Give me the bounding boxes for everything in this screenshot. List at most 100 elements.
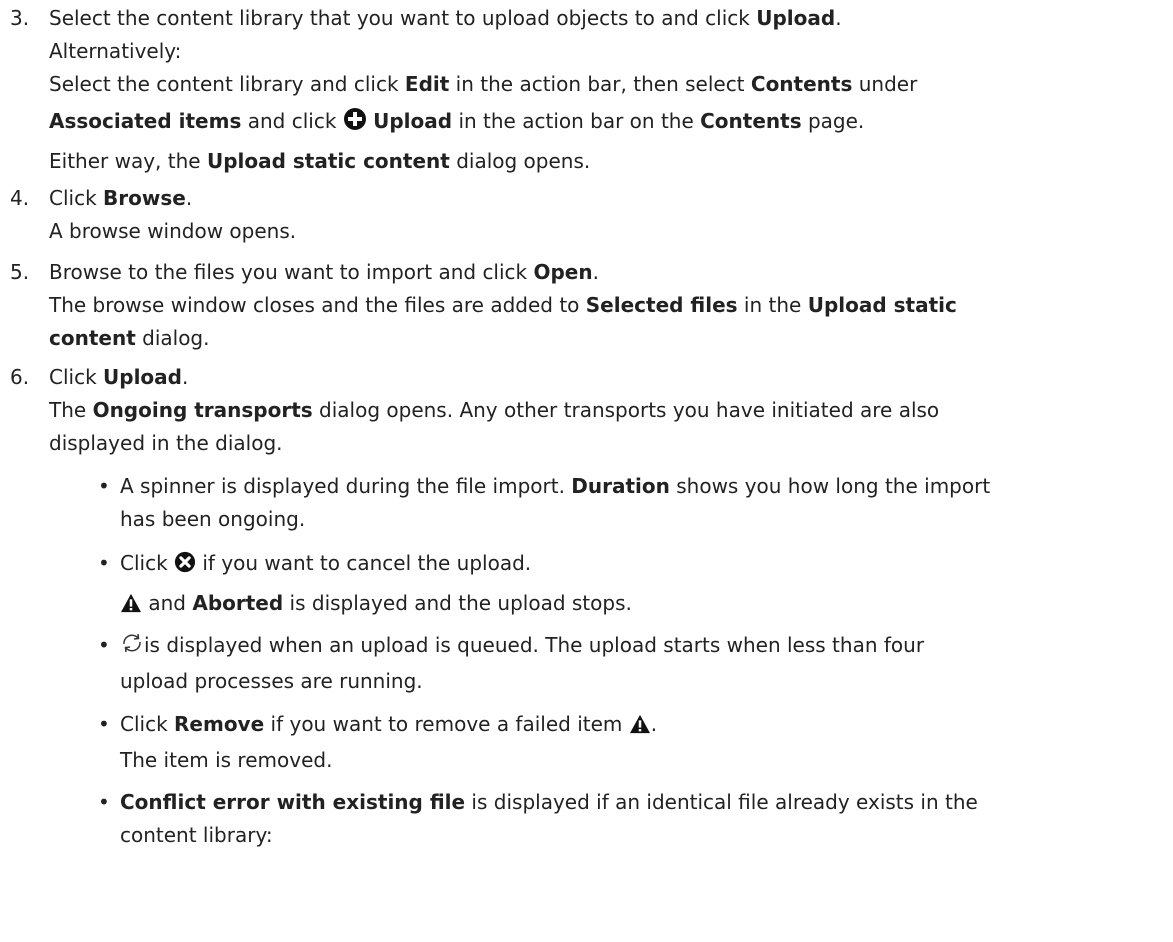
step-line: Alternatively: [49, 35, 1159, 68]
bullet-line: is displayed when an upload is queued. T… [120, 629, 1168, 665]
text-run: The [49, 398, 93, 422]
step-body: Click Browse. A browse window opens. [49, 182, 1159, 248]
bullet-line: content library: [120, 819, 1168, 852]
text-run: Select the content library and click [49, 72, 405, 96]
text-run: and [142, 591, 193, 615]
bullet-line: Click Remove if you want to remove a fai… [120, 708, 1168, 744]
text-run: shows you how long the import [669, 474, 991, 498]
bullet-line: Click if you want to cancel the upload. [120, 547, 1168, 583]
bullet-text: Conflict error with existing file is dis… [120, 786, 1168, 852]
text-run: Select the content library that you want… [49, 6, 757, 30]
bullet-text: Click Remove if you want to remove a fai… [120, 708, 1168, 777]
text-run: Alternatively: [49, 39, 182, 63]
step-body: Browse to the files you want to import a… [49, 256, 1159, 355]
bold-run: Aborted [192, 591, 284, 615]
text-run: . [650, 712, 658, 736]
bullet-text: Click if you want to cancel the upload. … [120, 547, 1168, 623]
step-line: A browse window opens. [49, 215, 1159, 248]
step-number: 6. [10, 365, 30, 389]
text-run: displayed in the dialog. [49, 431, 283, 455]
bold-run: Conflict error with existing file [120, 790, 466, 814]
bullet-marker: • [98, 551, 110, 575]
text-run: Click [49, 186, 104, 210]
text-run: if you want to cancel the upload. [196, 551, 532, 575]
text-run: dialog. [135, 326, 210, 350]
bullet-marker: • [98, 790, 110, 814]
bullet-line: A spinner is displayed during the file i… [120, 470, 1168, 503]
bold-run: Browse [103, 186, 186, 210]
text-run: if you want to remove a failed item [264, 712, 629, 736]
bold-run: Upload [756, 6, 836, 30]
step-line: Click Upload. [49, 361, 1159, 394]
bullet-line: Conflict error with existing file is dis… [120, 786, 1168, 819]
step-line: The browse window closes and the files a… [49, 289, 1159, 322]
bold-run: Upload [103, 365, 182, 389]
step-line: Select the content library and click Edi… [49, 68, 1159, 101]
text-run: and click [241, 109, 343, 133]
bullet-line: has been ongoing. [120, 503, 1168, 536]
text-run: in the action bar on the [452, 109, 701, 133]
text-run: in the [737, 293, 808, 317]
text-run: Either way, the [49, 149, 207, 173]
text-run: dialog opens. Any other transports you h… [312, 398, 940, 422]
text-run: A spinner is displayed during the file i… [120, 474, 572, 498]
bold-run: Selected files [585, 293, 738, 317]
text-run: has been ongoing. [120, 507, 306, 531]
text-run: content library: [120, 823, 273, 847]
text-run: page. [801, 109, 865, 133]
bold-run: Upload static content [206, 149, 450, 173]
bullet-line: upload processes are running. [120, 665, 1168, 698]
bullet-marker: • [98, 474, 110, 498]
bold-run: Contents [750, 72, 853, 96]
text-run: Click [120, 712, 175, 736]
text-run: is displayed when an upload is queued. T… [144, 633, 925, 657]
text-run: Click [120, 551, 175, 575]
warning-triangle-icon [629, 711, 651, 744]
bullet-text: A spinner is displayed during the file i… [120, 470, 1168, 536]
text-run: is displayed and the upload stops. [283, 591, 632, 615]
step-line: displayed in the dialog. [49, 427, 1159, 460]
bold-run: Open [533, 260, 593, 284]
bold-run: Ongoing transports [92, 398, 313, 422]
step-line: content dialog. [49, 322, 1159, 355]
step-line: Browse to the files you want to import a… [49, 256, 1159, 289]
text-run: . [185, 186, 193, 210]
refresh-icon [120, 631, 144, 665]
text-run: Click [49, 365, 104, 389]
bold-run: Associated items [49, 109, 242, 133]
bold-run: Upload [373, 109, 453, 133]
bullet-marker: • [98, 633, 110, 657]
text-run: The item is removed. [120, 748, 333, 772]
step-body: Click Upload. The Ongoing transports dia… [49, 361, 1159, 460]
step-body: Select the content library that you want… [49, 2, 1159, 178]
text-run: is displayed if an identical file alread… [465, 790, 978, 814]
bullet-line: The item is removed. [120, 744, 1168, 777]
text-run: A browse window opens. [49, 219, 297, 243]
bold-run: Contents [700, 109, 802, 133]
step-number: 3. [10, 6, 30, 30]
step-line: The Ongoing transports dialog opens. Any… [49, 394, 1159, 427]
bold-run: Upload static [807, 293, 957, 317]
x-circle-icon [174, 550, 196, 583]
bullet-marker: • [98, 712, 110, 736]
bold-run: content [49, 326, 136, 350]
step-line: Either way, the Upload static content di… [49, 145, 1159, 178]
text-run: . [181, 365, 189, 389]
text-run: under [852, 72, 918, 96]
plus-circle-icon [343, 107, 367, 141]
warning-triangle-icon [120, 590, 142, 623]
bullet-line: and Aborted is displayed and the upload … [120, 587, 1168, 623]
step-line: Associated items and click Upload in the… [49, 105, 1159, 141]
bold-run: Duration [571, 474, 670, 498]
text-run: upload processes are running. [120, 669, 423, 693]
step-line: Select the content library that you want… [49, 2, 1159, 35]
bold-run: Edit [404, 72, 450, 96]
text-run: . [592, 260, 599, 284]
bold-run: Remove [174, 712, 265, 736]
text-run: The browse window closes and the files a… [49, 293, 586, 317]
bullet-text: is displayed when an upload is queued. T… [120, 629, 1168, 698]
step-number: 4. [10, 186, 30, 210]
text-run: dialog opens. [449, 149, 591, 173]
step-number: 5. [10, 260, 30, 284]
document-page: 3. Select the content library that you w… [0, 0, 1173, 942]
